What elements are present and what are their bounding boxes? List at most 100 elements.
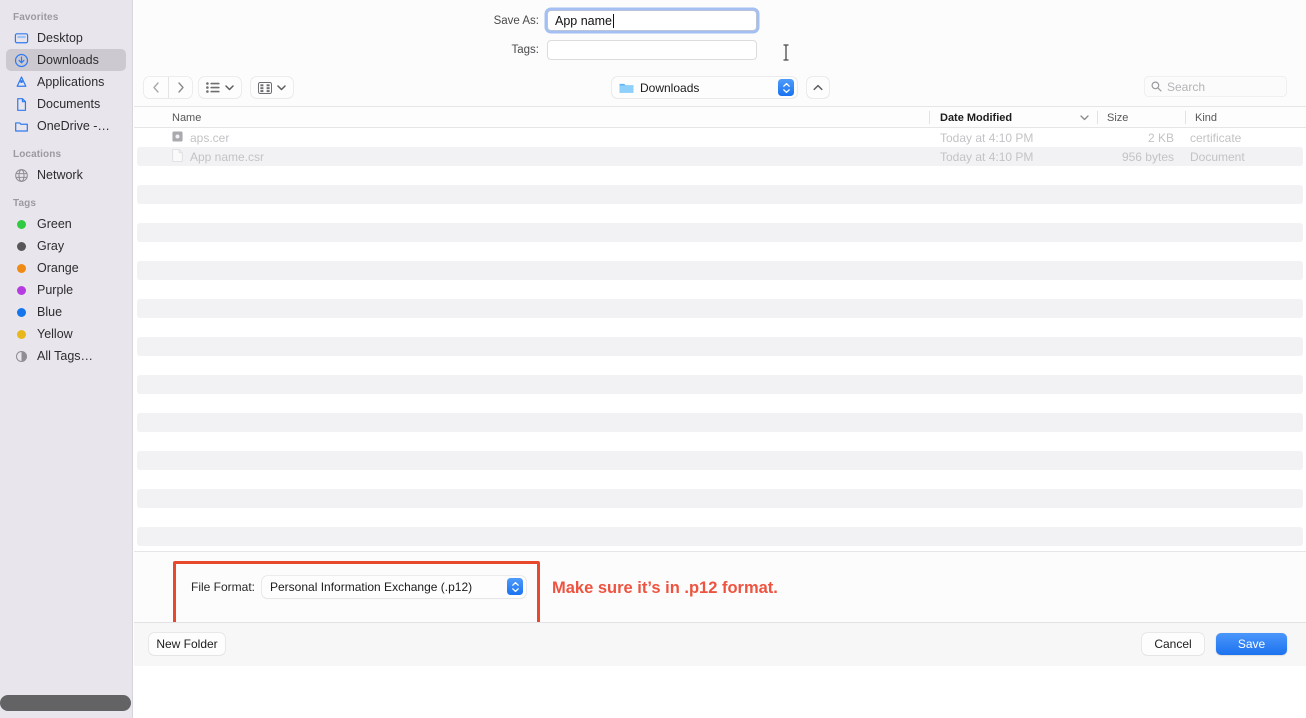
save-button[interactable]: Save	[1216, 633, 1287, 655]
sidebar-item-onedrive[interactable]: OneDrive -…	[6, 115, 126, 137]
tags-row: Tags:	[469, 40, 757, 60]
sidebar-item-all-tags[interactable]: All Tags…	[6, 345, 126, 367]
all-tags-icon	[13, 348, 29, 364]
sidebar-item-label: Gray	[37, 239, 64, 253]
text-caret	[613, 14, 614, 28]
tag-dot-icon	[13, 304, 29, 320]
save-as-row: Save As: App name	[469, 10, 757, 31]
sidebar-item-label: Orange	[37, 261, 79, 275]
stepper-updown-icon[interactable]	[778, 79, 794, 96]
sidebar-item-tag-gray[interactable]: Gray	[6, 235, 126, 257]
save-dialog: Favorites Desktop Downloads Applications…	[0, 0, 1306, 718]
chevron-down-icon	[225, 85, 234, 91]
file-date-modified: Today at 4:10 PM	[940, 150, 1033, 164]
chevron-up-icon	[813, 84, 823, 91]
sidebar-item-tag-yellow[interactable]: Yellow	[6, 323, 126, 345]
dialog-header: Save As: App name Tags:	[134, 0, 1306, 70]
path-popup-button[interactable]: Downloads	[612, 77, 797, 98]
sidebar-item-tag-blue[interactable]: Blue	[6, 301, 126, 323]
search-icon	[1151, 81, 1162, 92]
group-options-button[interactable]	[251, 77, 293, 98]
column-header-kind[interactable]: Kind	[1195, 107, 1217, 128]
tag-dot-icon	[13, 282, 29, 298]
file-name: aps.cer	[190, 131, 229, 145]
document-icon	[172, 149, 183, 165]
sidebar-item-label: OneDrive -…	[37, 119, 110, 133]
sidebar-item-label: Purple	[37, 283, 73, 297]
sidebar-item-network[interactable]: Network	[6, 164, 126, 186]
text-cursor-pointer	[781, 44, 791, 61]
cancel-button[interactable]: Cancel	[1142, 633, 1204, 655]
column-header-date-modified[interactable]: Date Modified	[940, 107, 1012, 128]
file-format-bar: File Format: Personal Information Exchan…	[134, 551, 1306, 622]
horizontal-scrollbar-thumb[interactable]	[0, 695, 131, 711]
sidebar-item-label: Green	[37, 217, 72, 231]
forward-button[interactable]	[168, 77, 192, 98]
sidebar-item-label: Desktop	[37, 31, 83, 45]
column-divider	[1097, 111, 1098, 124]
tag-dot-icon	[13, 326, 29, 342]
sidebar-item-label: Network	[37, 168, 83, 182]
chevron-down-icon	[277, 85, 286, 91]
file-size: 956 bytes	[1096, 150, 1174, 164]
desktop-icon	[13, 30, 29, 46]
collapse-button[interactable]	[807, 77, 829, 98]
chevron-left-icon	[152, 82, 161, 93]
tag-dot-icon	[13, 260, 29, 276]
sidebar-item-label: Downloads	[37, 53, 99, 67]
save-as-value: App name	[555, 14, 612, 28]
grid-view-icon	[258, 82, 272, 94]
save-as-input[interactable]: App name	[547, 10, 757, 31]
sidebar-item-label: Blue	[37, 305, 62, 319]
sidebar-item-tag-purple[interactable]: Purple	[6, 279, 126, 301]
folder-blue-icon	[619, 81, 634, 94]
sidebar-item-label: All Tags…	[37, 349, 93, 363]
file-list: aps.cer Today at 4:10 PM 2 KB certificat…	[134, 128, 1306, 551]
table-row[interactable]: App name.csr Today at 4:10 PM 956 bytes …	[134, 147, 1306, 166]
tag-dot-icon	[13, 238, 29, 254]
sort-chevron-down-icon	[1080, 107, 1089, 128]
file-kind: certificate	[1190, 131, 1241, 145]
applications-icon	[13, 74, 29, 90]
sidebar-item-desktop[interactable]: Desktop	[6, 27, 126, 49]
sidebar-item-label: Documents	[37, 97, 100, 111]
chevron-right-icon	[176, 82, 185, 93]
downloads-icon	[13, 52, 29, 68]
sidebar-item-tag-orange[interactable]: Orange	[6, 257, 126, 279]
file-format-value: Personal Information Exchange (.p12)	[270, 580, 472, 594]
tags-input[interactable]	[547, 40, 757, 60]
sidebar-item-applications[interactable]: Applications	[6, 71, 126, 93]
certificate-icon	[172, 131, 183, 145]
nav-segmented-control	[144, 77, 192, 98]
sidebar-item-tag-green[interactable]: Green	[6, 213, 126, 235]
list-view-icon	[206, 82, 220, 93]
column-header-name[interactable]: Name	[172, 107, 201, 128]
stepper-updown-icon[interactable]	[507, 578, 523, 595]
new-folder-button[interactable]: New Folder	[149, 633, 225, 655]
file-format-label: File Format:	[191, 580, 255, 594]
view-options-button[interactable]	[199, 77, 241, 98]
save-as-label: Save As:	[469, 15, 539, 27]
column-header-size[interactable]: Size	[1107, 107, 1128, 128]
search-placeholder: Search	[1167, 80, 1205, 94]
table-row[interactable]: aps.cer Today at 4:10 PM 2 KB certificat…	[134, 128, 1306, 147]
search-input[interactable]: Search	[1144, 76, 1287, 97]
sidebar-item-documents[interactable]: Documents	[6, 93, 126, 115]
back-button[interactable]	[144, 77, 168, 98]
sidebar-section-locations-title: Locations	[0, 149, 132, 160]
column-header-row: Name Date Modified Size Kind	[134, 106, 1306, 128]
sidebar-item-downloads[interactable]: Downloads	[6, 49, 126, 71]
dialog-button-bar: New Folder Cancel Save	[134, 622, 1306, 666]
folder-icon	[13, 118, 29, 134]
file-format-popup-button[interactable]: Personal Information Exchange (.p12)	[262, 576, 526, 598]
sidebar-item-label: Yellow	[37, 327, 73, 341]
file-size: 2 KB	[1096, 131, 1174, 145]
sidebar-section-tags-title: Tags	[0, 198, 132, 209]
file-kind: Document	[1190, 150, 1245, 164]
file-date-modified: Today at 4:10 PM	[940, 131, 1033, 145]
sidebar-section-favorites-title: Favorites	[0, 12, 132, 23]
column-divider	[929, 111, 930, 124]
file-name: App name.csr	[190, 150, 264, 164]
documents-icon	[13, 96, 29, 112]
path-popup-label: Downloads	[640, 81, 699, 95]
